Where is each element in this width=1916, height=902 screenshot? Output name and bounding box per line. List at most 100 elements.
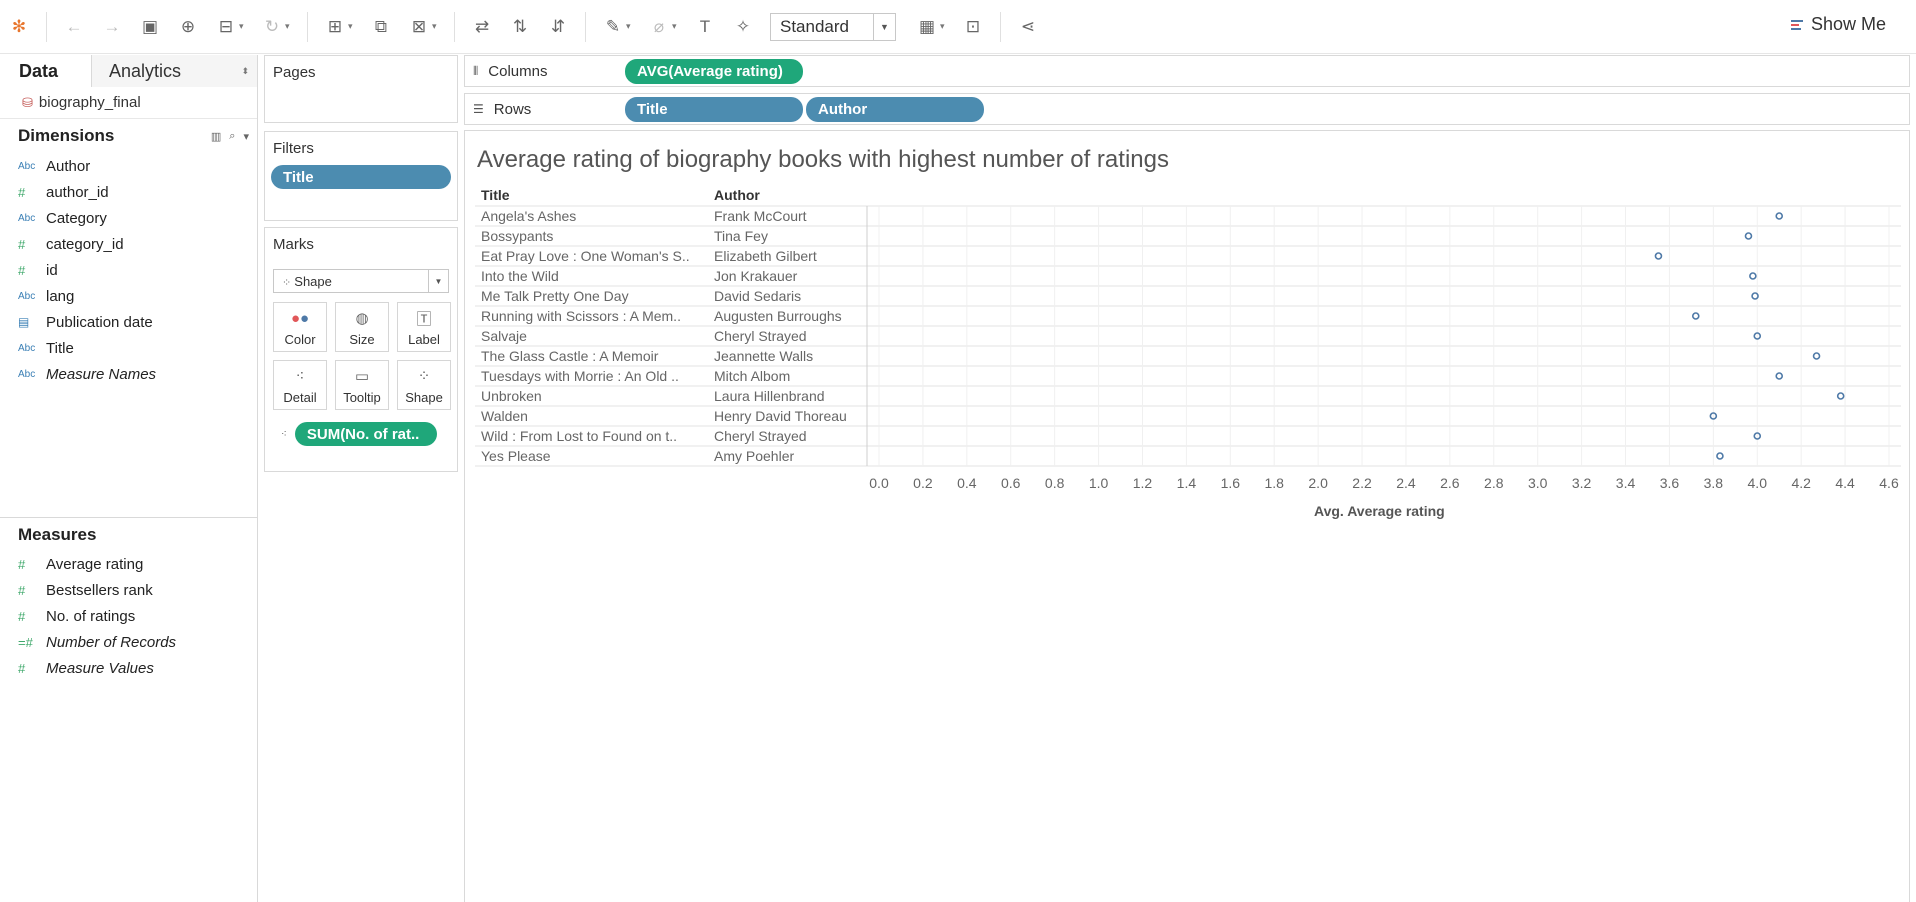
- filters-shelf[interactable]: Filters Title: [264, 131, 458, 221]
- save-icon[interactable]: ▣: [136, 13, 164, 41]
- rows-shelf-label: ☰ Rows: [465, 101, 625, 118]
- field-lang[interactable]: Abc lang: [0, 283, 257, 309]
- undo-icon[interactable]: ←: [60, 13, 88, 41]
- size-button[interactable]: ◍ Size: [335, 302, 389, 352]
- duplicate-icon[interactable]: ⧉: [367, 13, 395, 41]
- columns-pill-avg-rating[interactable]: AVG(Average rating): [625, 58, 803, 84]
- clear-icon[interactable]: ⊠: [405, 13, 433, 41]
- new-worksheet-icon[interactable]: ⊞: [321, 13, 349, 41]
- header-author: Author: [714, 187, 760, 203]
- mark-btn-label: Label: [408, 332, 440, 347]
- data-point[interactable]: [1691, 312, 1700, 320]
- sort-ascending-icon[interactable]: ⇅: [506, 13, 534, 41]
- field-category[interactable]: Abc Category: [0, 205, 257, 231]
- field-category-id[interactable]: # category_id: [0, 231, 257, 257]
- share-icon[interactable]: ⋖: [1014, 13, 1042, 41]
- label-button[interactable]: 🅃 Label: [397, 302, 451, 352]
- data-point[interactable]: [1749, 272, 1757, 280]
- rows-shelf[interactable]: ☰ Rows Title Author: [464, 93, 1910, 125]
- field-bestsellers-rank[interactable]: # Bestsellers rank: [0, 577, 257, 603]
- columns-pill-label: AVG(Average rating): [637, 62, 783, 80]
- tab-analytics[interactable]: Analytics ⬍: [92, 55, 257, 87]
- chevron-down-icon[interactable]: ▾: [348, 21, 358, 32]
- toolbar-separator: [1000, 11, 1001, 42]
- field-no-of-ratings[interactable]: # No. of ratings: [0, 603, 257, 629]
- row-author: Jeannette Walls: [714, 348, 814, 364]
- field-number-of-records[interactable]: =# Number of Records: [0, 629, 257, 655]
- tableau-logo-icon[interactable]: ✻: [5, 13, 33, 41]
- color-button[interactable]: ● ● Color: [273, 302, 327, 352]
- new-datasource-icon[interactable]: ⊕: [174, 13, 202, 41]
- field-author[interactable]: Abc Author: [0, 153, 257, 179]
- data-point[interactable]: [1709, 412, 1718, 420]
- refresh-icon[interactable]: ↻: [258, 13, 286, 41]
- mark-type-select[interactable]: ⁘ Shape ▼: [273, 269, 449, 293]
- show-cards-icon[interactable]: ▦: [913, 13, 941, 41]
- data-point[interactable]: [1812, 352, 1821, 360]
- data-point[interactable]: [1836, 392, 1845, 400]
- pause-updates-icon[interactable]: ⊟: [212, 13, 240, 41]
- marks-pill-no-of-ratings[interactable]: SUM(No. of rat..: [294, 422, 437, 446]
- pages-shelf[interactable]: Pages: [264, 55, 458, 123]
- field-label: Category: [46, 209, 107, 227]
- data-point[interactable]: [1716, 452, 1724, 460]
- group-icon[interactable]: ⌀: [645, 13, 673, 41]
- x-tick-label: 3.2: [1571, 475, 1592, 491]
- mark-btn-label: Shape: [405, 390, 443, 405]
- chevron-down-icon[interactable]: ▾: [243, 130, 249, 143]
- data-point[interactable]: [1751, 292, 1759, 300]
- highlight-icon[interactable]: ✎: [599, 13, 627, 41]
- chevron-down-icon[interactable]: ▾: [432, 21, 442, 32]
- tab-data[interactable]: Data: [0, 55, 92, 87]
- detail-button[interactable]: ⁖ Detail: [273, 360, 327, 410]
- data-pane: Data Analytics ⬍ ⛁ biography_final Dimen…: [0, 55, 258, 902]
- field-id[interactable]: # id: [0, 257, 257, 283]
- label-icon[interactable]: T: [691, 13, 719, 41]
- data-point[interactable]: [1775, 212, 1784, 220]
- rows-icon: ☰: [473, 102, 484, 116]
- field-average-rating[interactable]: # Average rating: [0, 551, 257, 577]
- view-toggle-icon[interactable]: ▥: [211, 130, 221, 143]
- fit-select[interactable]: Standard ▼: [770, 12, 896, 41]
- field-measure-values[interactable]: # Measure Values: [0, 655, 257, 681]
- field-label: category_id: [46, 235, 124, 253]
- chevron-down-icon[interactable]: ▾: [285, 21, 295, 32]
- rows-pill-author[interactable]: Author: [806, 96, 984, 122]
- x-tick-label: 1.6: [1220, 475, 1241, 491]
- data-point[interactable]: [1753, 332, 1762, 340]
- chevron-down-icon[interactable]: ▾: [626, 21, 636, 32]
- presentation-icon[interactable]: ⊡: [959, 13, 987, 41]
- dimensions-tools: ▥ ⌕ ▾: [211, 130, 249, 143]
- tooltip-button[interactable]: ▭ Tooltip: [335, 360, 389, 410]
- show-me-button[interactable]: Show Me: [1790, 14, 1886, 35]
- string-type-icon: Abc: [18, 342, 36, 354]
- data-point[interactable]: [1775, 372, 1784, 380]
- columns-shelf-label: ⦀ Columns: [465, 63, 625, 80]
- data-point[interactable]: [1744, 232, 1753, 240]
- chevron-down-icon[interactable]: ▾: [940, 21, 950, 32]
- x-tick-label: 3.4: [1615, 475, 1636, 491]
- field-author-id[interactable]: # author_id: [0, 179, 257, 205]
- field-label: Measure Names: [46, 365, 157, 383]
- data-point[interactable]: [1753, 432, 1762, 440]
- rows-pill-title[interactable]: Title: [625, 96, 803, 122]
- sort-descending-icon[interactable]: ⇵: [544, 13, 572, 41]
- x-tick-label: 4.2: [1791, 475, 1811, 491]
- number-type-icon: #: [18, 582, 26, 598]
- chevron-down-icon[interactable]: ▾: [239, 21, 249, 32]
- field-measure-names[interactable]: Abc Measure Names: [0, 361, 257, 387]
- x-tick-label: 2.4: [1396, 475, 1416, 491]
- datasource-item[interactable]: ⛁ biography_final: [0, 87, 257, 119]
- columns-shelf[interactable]: ⦀ Columns AVG(Average rating): [464, 55, 1910, 87]
- filter-pill-title[interactable]: Title: [271, 165, 451, 189]
- redo-icon[interactable]: →: [98, 13, 126, 41]
- data-point[interactable]: [1654, 252, 1663, 260]
- field-title[interactable]: Abc Title: [0, 335, 257, 361]
- shape-button[interactable]: ⁘ Shape: [397, 360, 451, 410]
- search-icon[interactable]: ⌕: [229, 130, 235, 143]
- chevron-down-icon[interactable]: ▾: [672, 21, 682, 32]
- row-title: Bossypants: [481, 228, 554, 244]
- swap-icon[interactable]: ⇄: [468, 13, 496, 41]
- pin-icon[interactable]: ✧: [729, 13, 757, 41]
- field-publication-date[interactable]: ▤ Publication date: [0, 309, 257, 335]
